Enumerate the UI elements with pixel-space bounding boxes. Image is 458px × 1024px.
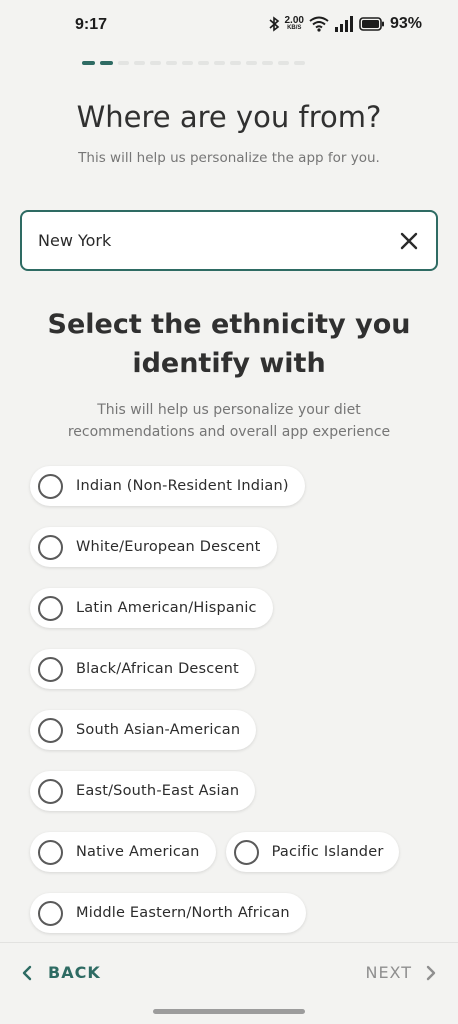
bluetooth-icon [268,16,279,32]
option-row: Indian (Non-Resident Indian) [30,466,430,506]
radio-button[interactable] [38,778,63,804]
chevron-right-icon [426,965,436,980]
ethnicity-option-label: Pacific Islander [271,844,384,860]
location-input-value[interactable]: New York [38,231,398,250]
network-speed: 2.00 KB/S [285,16,304,32]
progress-step-complete [100,61,113,65]
ethnicity-subtitle: This will help us personalize your diet … [0,399,458,443]
progress-step [182,61,193,65]
battery-level: 93% [389,15,422,32]
page-subtitle: This will help us personalize the app fo… [78,150,380,166]
progress-step [118,61,129,65]
back-button[interactable]: BACK [20,963,101,982]
ethnicity-option-label: Native American [76,844,200,860]
ethnicity-option-label: Middle Eastern/North African [76,905,290,921]
status-time: 9:17 [75,16,108,33]
radio-button[interactable] [38,717,63,743]
option-row: Middle Eastern/North African [30,893,430,933]
radio-button[interactable] [38,595,63,621]
radio-button[interactable] [233,839,259,865]
progress-step-complete [82,61,95,65]
page-title: Where are you from? [76,100,382,134]
ethnicity-title-line1: Select the ethnicity you [47,309,411,340]
option-row: East/South-East Asian [30,771,430,811]
ethnicity-option[interactable]: Black/African Descent [30,649,255,689]
wifi-icon [309,16,329,32]
back-button-label: BACK [48,963,101,982]
home-indicator[interactable] [153,1009,305,1014]
chevron-left-icon [22,965,32,980]
progress-step [230,61,241,65]
location-input[interactable]: New York [20,210,438,271]
progress-step [262,61,273,65]
ethnicity-title: Select the ethnicity you identify with [0,305,458,383]
progress-step [134,61,145,65]
network-speed-value: 2.00 [284,15,304,26]
ethnicity-option[interactable]: Latin American/Hispanic [30,588,273,628]
progress-step [294,61,305,65]
option-row: Black/African Descent [30,649,430,689]
radio-button[interactable] [38,839,63,865]
ethnicity-option[interactable]: East/South-East Asian [30,771,256,811]
ethnicity-options: Indian (Non-Resident Indian) White/Europ… [30,466,430,954]
progress-step [198,61,209,65]
option-row: Latin American/Hispanic [30,588,430,628]
next-button[interactable]: NEXT [365,963,438,982]
ethnicity-subtitle-line1: This will help us personalize your diet [97,402,361,418]
progress-step [246,61,257,65]
ethnicity-title-line2: identify with [132,348,326,379]
progress-step [150,61,161,65]
radio-button[interactable] [38,656,63,682]
status-bar: 9:17 2.00 KB/S 93% [0,0,458,52]
screen: 9:17 2.00 KB/S 93% Where are you from? T… [0,0,458,1024]
radio-button[interactable] [38,534,63,560]
battery-icon [359,17,384,31]
close-icon[interactable] [398,230,420,252]
ethnicity-option[interactable]: Native American [30,832,216,872]
progress-step [278,61,289,65]
radio-button[interactable] [38,473,63,499]
option-row: Native American Pacific Islander [30,832,430,872]
ethnicity-option[interactable]: Indian (Non-Resident Indian) [30,466,305,506]
ethnicity-option[interactable]: Pacific Islander [225,832,400,872]
network-speed-unit: KB/S [287,25,302,31]
ethnicity-option-label: Black/African Descent [76,661,239,677]
progress-step [166,61,177,65]
ethnicity-option[interactable]: South Asian-American [30,710,257,750]
option-row: South Asian-American [30,710,430,750]
signal-icon [334,16,353,32]
ethnicity-option-label: East/South-East Asian [76,783,240,799]
status-icons: 2.00 KB/S 93% [268,15,422,33]
progress-step [214,61,225,65]
ethnicity-subtitle-line2: recommendations and overall app experien… [67,424,391,440]
ethnicity-option-label: Latin American/Hispanic [76,600,257,616]
onboarding-progress [82,61,305,65]
ethnicity-option[interactable]: White/European Descent [30,527,277,567]
next-button-label: NEXT [365,963,412,982]
ethnicity-option[interactable]: Middle Eastern/North African [30,893,306,933]
radio-button[interactable] [38,900,63,926]
ethnicity-option-label: White/European Descent [76,539,261,555]
option-row: White/European Descent [30,527,430,567]
ethnicity-option-label: Indian (Non-Resident Indian) [76,478,289,494]
ethnicity-option-label: South Asian-American [76,722,241,738]
